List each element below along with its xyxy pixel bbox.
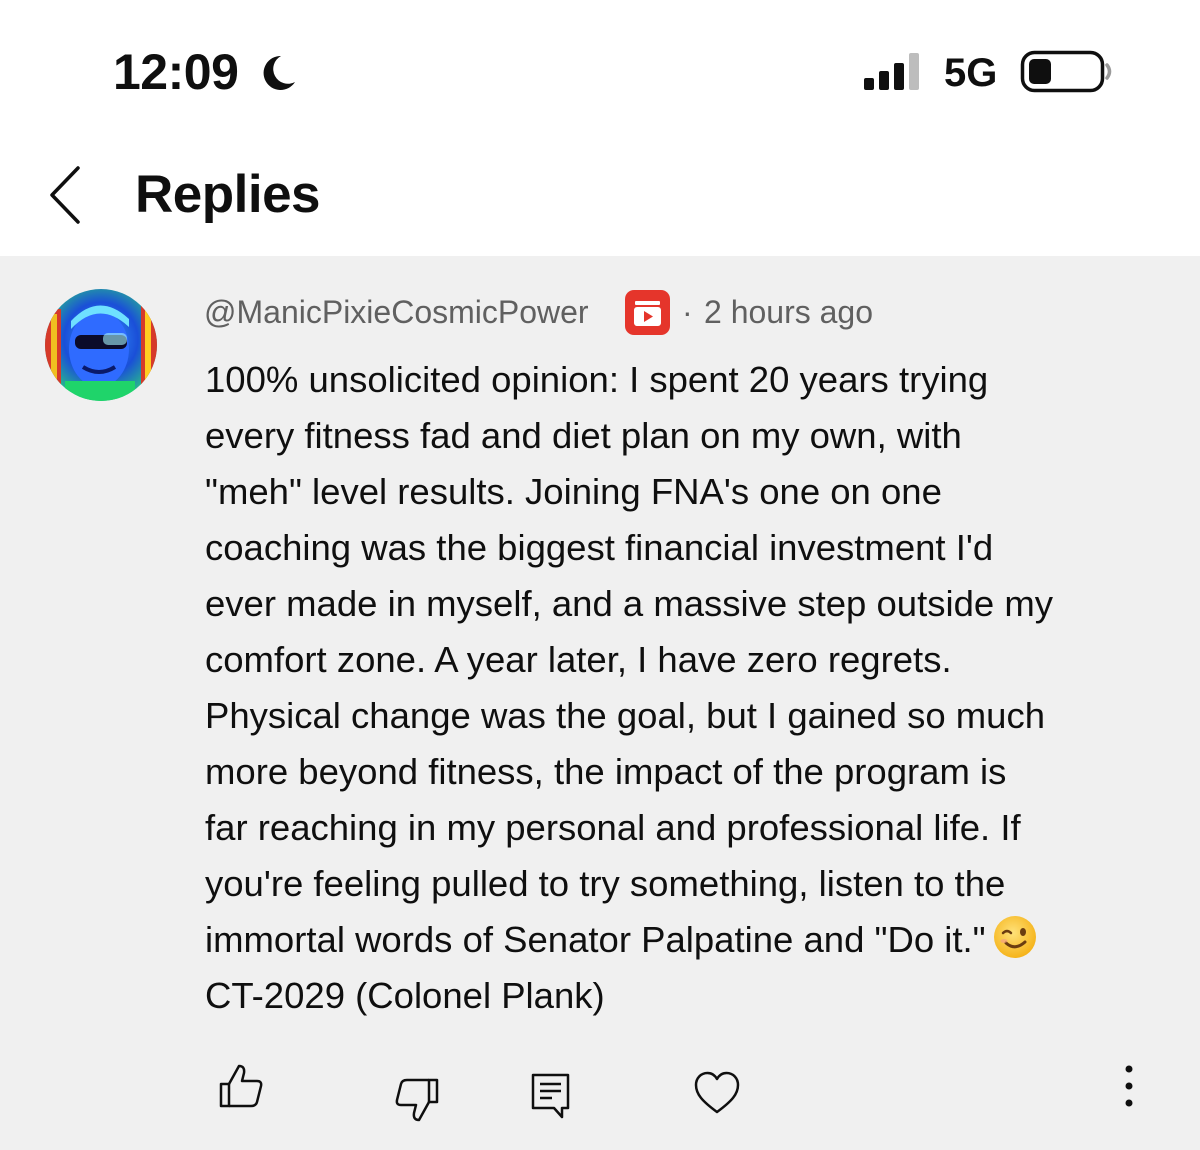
comment-line-text: immortal words of Senator Palpatine and … [205,919,986,960]
comment-line: immortal words of Senator Palpatine and … [205,912,1165,968]
comment-line: far reaching in my personal and professi… [205,807,1021,848]
status-bar: 12:09 5G [0,0,1200,140]
chevron-left-icon[interactable] [36,162,100,228]
thumbs-up-icon[interactable] [218,1062,264,1110]
comment-line: CT-2029 (Colonel Plank) [205,975,605,1016]
reply-icon[interactable] [530,1072,572,1120]
comment-timestamp: 2 hours ago [704,294,874,330]
page-title: Replies [135,165,321,224]
comment-line: every fitness fad and diet plan on my ow… [205,415,962,456]
comment-line: ever made in myself, and a massive step … [205,583,1053,624]
comment-line: you're feeling pulled to try something, … [205,863,1006,904]
author-handle[interactable]: @ManicPixieCosmicPower [204,292,589,332]
comment-line: 100% unsolicited opinion: I spent 20 yea… [205,359,989,400]
cellular-signal-icon [864,53,919,90]
status-time: 12:09 [113,44,239,100]
comment-line: Physical change was the goal, but I gain… [205,695,1046,736]
comment-action-bar [0,1056,1200,1136]
comment-card: @ManicPixieCosmicPower · 2 hours ago 100… [0,256,1200,1150]
comment-line: "meh" level results. Joining FNA's one o… [205,471,942,512]
heart-icon[interactable] [694,1070,740,1116]
avatar[interactable] [45,289,157,401]
comment-line: coaching was the biggest financial inves… [205,527,994,568]
nav-bar: Replies [0,140,1200,256]
winking-face-emoji [993,916,1036,958]
comment-line: comfort zone. A year later, I have zero … [205,639,952,680]
more-vertical-icon[interactable] [1112,1062,1146,1112]
comment-line: more beyond fitness, the impact of the p… [205,751,1007,792]
comment-text: 100% unsolicited opinion: I spent 20 yea… [205,352,1165,1024]
network-label: 5G [944,51,998,95]
thumbs-down-icon[interactable] [394,1076,440,1124]
moon-icon [263,55,295,90]
member-badge-icon [625,290,670,335]
battery-icon [1020,50,1112,93]
separator-dot: · [682,294,693,330]
